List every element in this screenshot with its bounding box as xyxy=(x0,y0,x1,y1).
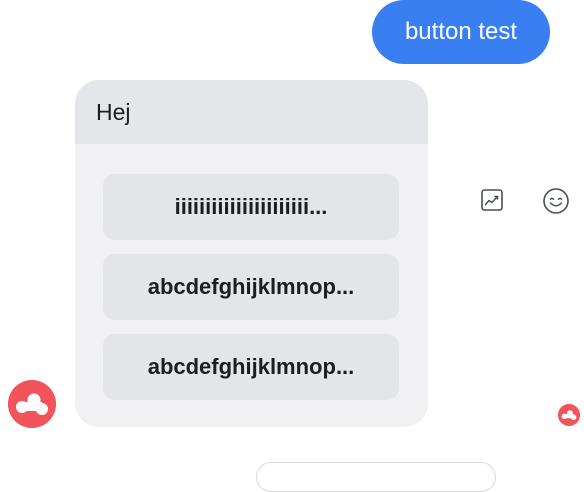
template-title: Hej xyxy=(96,98,131,125)
template-button-label: iiiiiiiiiiiiiiiiiiiiii... xyxy=(174,194,328,219)
button-template-card: Hej iiiiiiiiiiiiiiiiiiiiii... abcdefghij… xyxy=(75,80,428,427)
gif-picker-icon[interactable] xyxy=(478,186,506,214)
template-button-label: abcdefghijklmnop... xyxy=(147,354,355,379)
sent-message-text: button test xyxy=(404,18,518,45)
template-header: Hej xyxy=(75,80,428,144)
emoji-smile-icon[interactable] xyxy=(541,186,571,216)
template-button-label: abcdefghijklmnop... xyxy=(147,274,355,299)
read-receipt-avatar xyxy=(558,404,580,426)
template-button-1[interactable]: iiiiiiiiiiiiiiiiiiiiii... xyxy=(103,174,399,240)
template-button-2[interactable]: abcdefghijklmnop... xyxy=(103,254,399,320)
sender-avatar[interactable] xyxy=(8,380,56,428)
partial-message-bubble xyxy=(256,462,496,492)
sent-message-bubble[interactable]: button test xyxy=(372,0,550,64)
template-button-3[interactable]: abcdefghijklmnop... xyxy=(103,334,399,400)
